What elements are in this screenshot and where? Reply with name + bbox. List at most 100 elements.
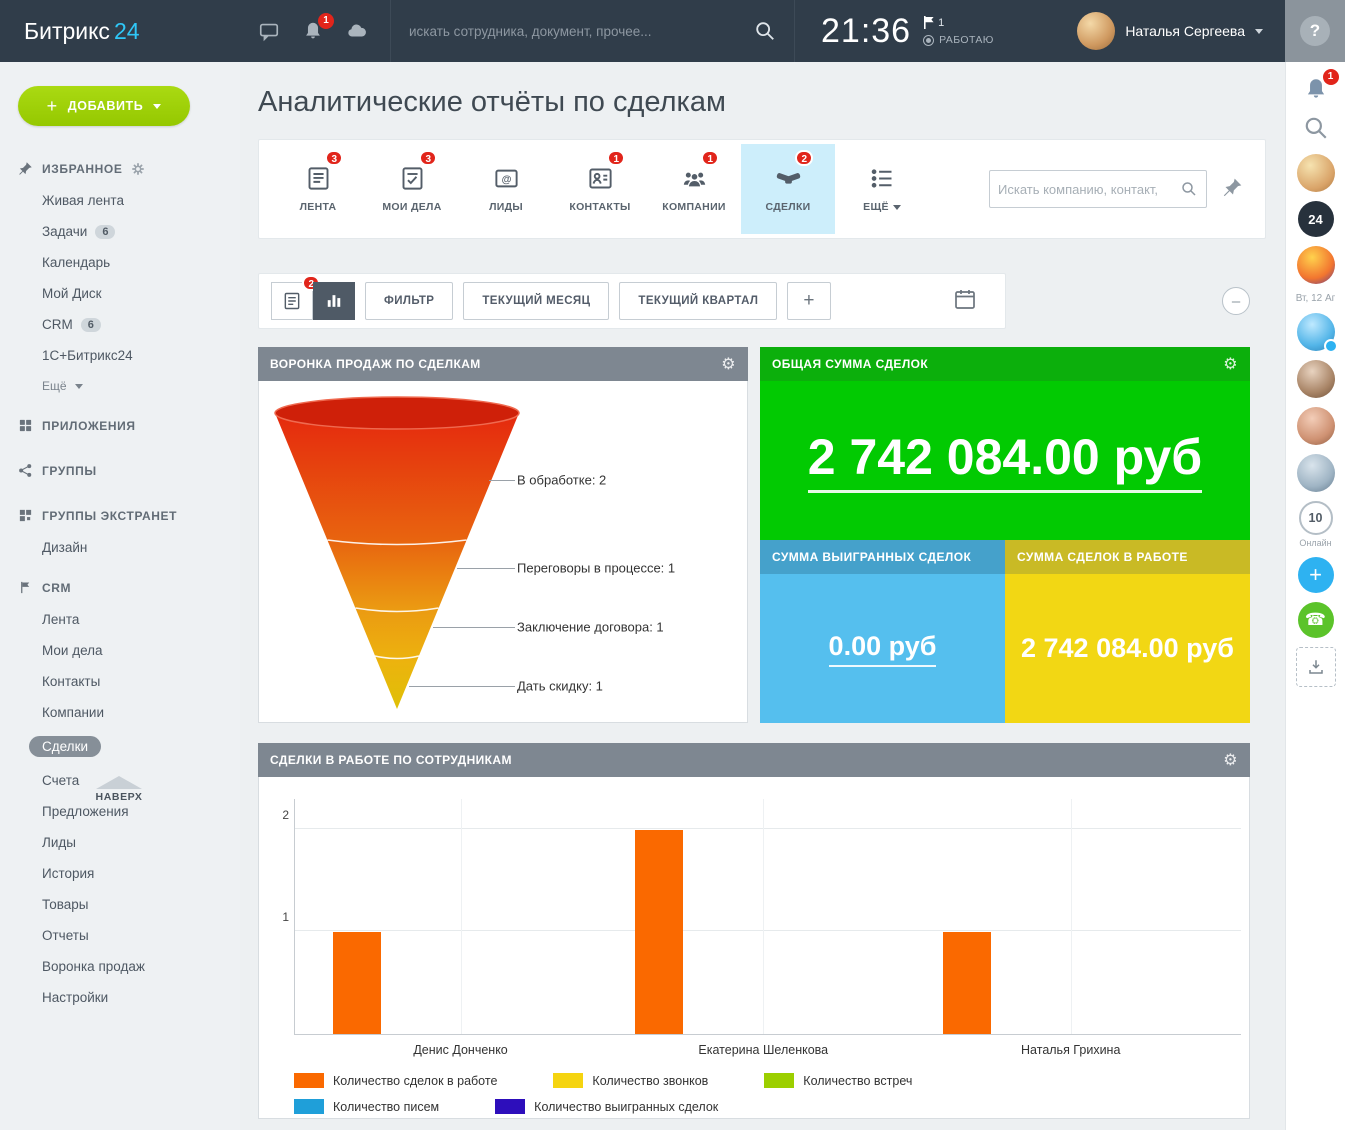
filter-button[interactable]: ФИЛЬТР	[365, 282, 453, 320]
sidebar-section-favorites[interactable]: ИЗБРАННОЕ	[0, 152, 240, 185]
gear-icon[interactable]: ⚙	[1223, 356, 1238, 372]
extranet-list: Дизайн	[0, 532, 240, 563]
funnel-chart: В обработке: 2 Переговоры в процессе: 1 …	[258, 381, 748, 723]
sidebar-item-sales-funnel[interactable]: Воронка продаж	[0, 951, 240, 982]
legend-item: Количество сделок в работе	[294, 1073, 497, 1088]
report-toolbar-row: 2 ФИЛЬТР ТЕКУЩИЙ МЕСЯЦ ТЕКУЩИЙ КВАРТАЛ +…	[258, 273, 1250, 329]
lead-card-icon: @	[493, 165, 520, 192]
svg-text:@: @	[501, 174, 511, 185]
sidebar-item-reports[interactable]: Отчеты	[0, 920, 240, 951]
pin-icon[interactable]	[1223, 177, 1243, 202]
sidebar-item-settings[interactable]: Настройки	[0, 982, 240, 1013]
work-status-toggle[interactable]: РАБОТАЮ	[923, 34, 994, 46]
tab-my-activities[interactable]: 3 МОИ ДЕЛА	[365, 144, 459, 234]
chat-contact-avatar[interactable]	[1297, 360, 1335, 398]
sidebar-item-crm[interactable]: CRM6	[0, 309, 240, 340]
funnel-stage-label: В обработке: 2	[517, 473, 606, 488]
clock: 21:36	[821, 12, 911, 51]
tab-contacts[interactable]: 1 КОНТАКТЫ	[553, 144, 647, 234]
chart-view-button[interactable]	[313, 282, 355, 320]
global-search-input[interactable]	[409, 24, 754, 39]
list-icon	[869, 165, 896, 192]
legend-item: Количество выигранных сделок	[495, 1099, 718, 1114]
call-button[interactable]: ☎	[1298, 602, 1334, 638]
legend-swatch	[294, 1073, 324, 1088]
sidebar-item-feed[interactable]: Лента	[0, 604, 240, 635]
profile-menu[interactable]: Наталья Сергеева	[1077, 12, 1285, 50]
logo-number: 24	[114, 18, 140, 44]
add-button[interactable]: + ДОБАВИТЬ	[18, 86, 190, 126]
chat-contact-avatar[interactable]	[1297, 313, 1335, 351]
messenger-rail: 1 24 Вт, 12 Аг 10 Онлайн + ☎	[1285, 62, 1345, 1130]
new-chat-button[interactable]: +	[1298, 557, 1334, 593]
gridline	[461, 799, 462, 1034]
widget-title: СУММА СДЕЛОК В РАБОТЕ	[1017, 550, 1188, 564]
search-icon[interactable]	[1180, 180, 1198, 198]
sidebar-item-calendar[interactable]: Календарь	[0, 247, 240, 278]
funnel-callout-line	[457, 568, 515, 569]
chat-contact-avatar[interactable]	[1297, 246, 1335, 284]
flag-counter[interactable]: 1	[923, 16, 994, 29]
chat-icon[interactable]	[258, 20, 280, 42]
tab-feed[interactable]: 3 ЛЕНТА	[271, 144, 365, 234]
funnel-cone	[267, 391, 527, 721]
tab-companies[interactable]: 1 КОМПАНИИ	[647, 144, 741, 234]
status-radio-icon	[923, 35, 934, 46]
sidebar-item-history[interactable]: История	[0, 858, 240, 889]
online-users-indicator[interactable]: 10 Онлайн	[1299, 501, 1333, 548]
funnel-stage-label: Дать скидку: 1	[517, 679, 603, 694]
chart-legend: Количество сделок в работе Количество зв…	[294, 1073, 912, 1114]
tab-badge: 1	[607, 150, 625, 166]
y-axis-tick: 2	[271, 808, 289, 822]
sidebar-item-design[interactable]: Дизайн	[0, 532, 240, 563]
crm-search-input[interactable]	[998, 182, 1180, 197]
funnel-callout-line	[409, 686, 515, 687]
calendar-icon[interactable]	[953, 287, 977, 316]
widgets-row: ВОРОНКА ПРОДАЖ ПО СДЕЛКАМ ⚙	[258, 347, 1250, 723]
current-quarter-button[interactable]: ТЕКУЩИЙ КВАРТАЛ	[619, 282, 777, 320]
list-view-button[interactable]: 2	[271, 282, 313, 320]
bell-icon[interactable]: 1	[302, 20, 324, 42]
sidebar-section-apps[interactable]: ПРИЛОЖЕНИЯ	[0, 409, 240, 442]
add-period-button[interactable]: +	[787, 282, 831, 320]
sidebar-item-my-disk[interactable]: Мой Диск	[0, 278, 240, 309]
gear-icon[interactable]	[131, 162, 145, 176]
sidebar-item-products[interactable]: Товары	[0, 889, 240, 920]
tab-leads[interactable]: @ ЛИДЫ	[459, 144, 553, 234]
download-app-button[interactable]	[1296, 647, 1336, 687]
sidebar-item-contacts[interactable]: Контакты	[0, 666, 240, 697]
help-button[interactable]: ?	[1300, 16, 1330, 46]
sidebar-item-leads[interactable]: Лиды	[0, 827, 240, 858]
chat-contact-avatar[interactable]	[1297, 154, 1335, 192]
tab-deals[interactable]: 2 СДЕЛКИ	[741, 144, 835, 234]
tab-more[interactable]: ЕЩЁ	[835, 144, 929, 234]
app-logo[interactable]: Битрикс24	[0, 18, 240, 45]
current-month-button[interactable]: ТЕКУЩИЙ МЕСЯЦ	[463, 282, 609, 320]
gear-icon[interactable]: ⚙	[1223, 752, 1238, 768]
notifications-badge: 1	[1323, 69, 1339, 85]
sidebar-item-my-activities[interactable]: Мои дела	[0, 635, 240, 666]
messenger-24-badge[interactable]: 24	[1298, 201, 1334, 237]
chat-contact-avatar[interactable]	[1297, 407, 1335, 445]
sidebar-section-groups[interactable]: ГРУППЫ	[0, 454, 240, 487]
total-sum-value: 2 742 084.00 руб	[808, 428, 1202, 493]
sidebar-section-extranet[interactable]: ГРУППЫ ЭКСТРАНЕТ	[0, 499, 240, 532]
notifications-bell-icon[interactable]: 1	[1303, 76, 1329, 102]
handshake-icon	[775, 165, 802, 192]
search-icon[interactable]	[1303, 115, 1329, 141]
sidebar-item-tasks[interactable]: Задачи6	[0, 216, 240, 247]
sidebar-item-1c-bitrix24[interactable]: 1С+Битрикс24	[0, 340, 240, 371]
won-sum-header: СУММА ВЫИГРАННЫХ СДЕЛОК	[760, 540, 1005, 574]
sidebar-item-deals[interactable]: Сделки	[0, 728, 240, 765]
extranet-icon	[18, 508, 33, 523]
collapse-widgets-button[interactable]: –	[1222, 287, 1250, 315]
back-to-top-button[interactable]: НАВЕРХ	[84, 776, 154, 803]
gear-icon[interactable]: ⚙	[721, 356, 736, 372]
sidebar-section-crm[interactable]: CRM	[0, 571, 240, 604]
sidebar-item-live-feed[interactable]: Живая лента	[0, 185, 240, 216]
chat-contact-avatar[interactable]	[1297, 454, 1335, 492]
sidebar-item-companies[interactable]: Компании	[0, 697, 240, 728]
sidebar-item-more[interactable]: Ещё	[0, 371, 240, 401]
search-icon[interactable]	[754, 20, 776, 42]
cloud-icon[interactable]	[346, 20, 368, 42]
